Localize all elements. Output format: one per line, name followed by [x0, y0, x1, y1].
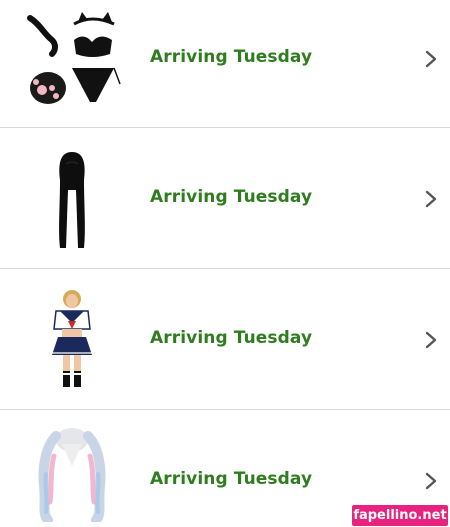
- delivery-status: Arriving Tuesday: [150, 328, 313, 348]
- delivery-status: Arriving Tuesday: [150, 187, 313, 207]
- product-image[interactable]: [18, 424, 126, 524]
- delivery-status: Arriving Tuesday: [150, 47, 313, 67]
- chevron-right-icon[interactable]: [424, 190, 438, 208]
- chevron-right-icon[interactable]: [424, 50, 438, 68]
- delivery-status: Arriving Tuesday: [150, 469, 313, 489]
- product-image[interactable]: [18, 8, 126, 112]
- order-row[interactable]: Arriving Tuesday: [0, 269, 450, 410]
- watermark: fapellino.net: [352, 505, 448, 526]
- chevron-right-icon[interactable]: [424, 331, 438, 349]
- product-image[interactable]: [18, 285, 126, 397]
- order-row[interactable]: Arriving Tuesday: [0, 0, 450, 128]
- chevron-right-icon[interactable]: [424, 472, 438, 490]
- product-image[interactable]: [18, 144, 126, 256]
- order-list: Arriving Tuesday Arriving Tuesday Arrivi…: [0, 0, 450, 527]
- order-row[interactable]: Arriving Tuesday: [0, 128, 450, 269]
